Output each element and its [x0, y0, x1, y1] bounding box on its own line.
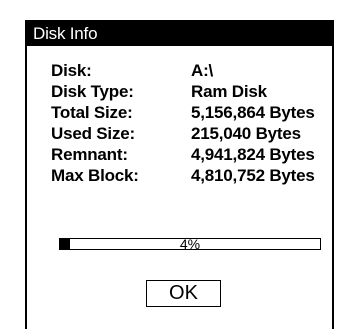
info-label: Disk:: [51, 61, 92, 80]
info-label: Total Size:: [51, 103, 133, 122]
disk-info-dialog: Disk Info Disk: A:\ Disk Type: Ram Disk …: [25, 20, 334, 329]
usage-progress-bar: 4%: [59, 236, 321, 252]
info-value: 4,941,824 Bytes: [191, 145, 315, 164]
info-row-disk: Disk: A:\: [51, 60, 315, 81]
info-row-max-block: Max Block: 4,810,752 Bytes: [51, 165, 315, 186]
info-value: 4,810,752 Bytes: [191, 166, 315, 185]
info-value: 215,040 Bytes: [191, 124, 301, 143]
dialog-title: Disk Info: [27, 22, 332, 46]
disk-info-table: Disk: A:\ Disk Type: Ram Disk Total Size…: [51, 60, 315, 186]
info-value: Ram Disk: [191, 82, 267, 101]
info-row-used-size: Used Size: 215,040 Bytes: [51, 123, 315, 144]
info-label: Remnant:: [51, 145, 128, 164]
info-row-remnant: Remnant: 4,941,824 Bytes: [51, 144, 315, 165]
info-label: Max Block:: [51, 166, 139, 185]
info-label: Used Size:: [51, 124, 135, 143]
info-row-total-size: Total Size: 5,156,864 Bytes: [51, 102, 315, 123]
ok-button[interactable]: OK: [146, 280, 221, 307]
info-row-disk-type: Disk Type: Ram Disk: [51, 81, 315, 102]
info-label: Disk Type:: [51, 82, 134, 101]
info-value: 5,156,864 Bytes: [191, 103, 315, 122]
info-value: A:\: [191, 61, 214, 80]
progress-percent-text: 4%: [179, 236, 201, 252]
